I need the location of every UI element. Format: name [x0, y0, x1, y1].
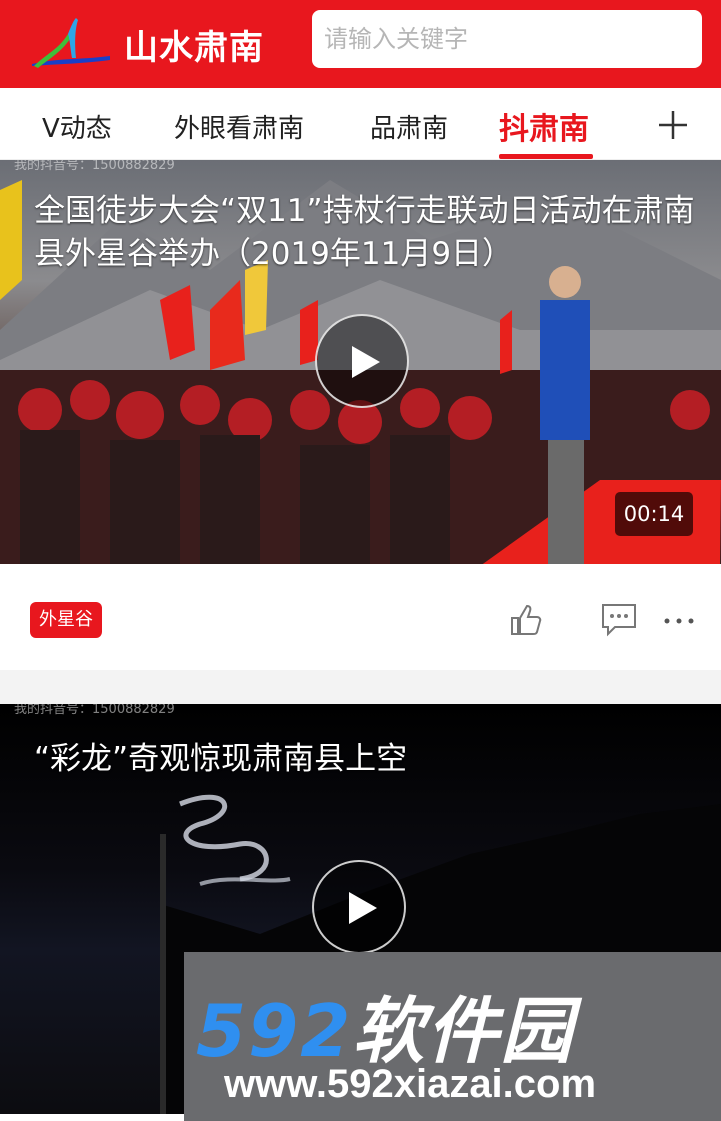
search-box[interactable] — [312, 10, 702, 68]
app-header: 山水肃南 — [0, 0, 721, 88]
video-meta-row: 外星谷 — [0, 564, 721, 670]
play-button[interactable] — [312, 860, 406, 954]
card-separator — [0, 670, 721, 704]
location-tag[interactable]: 外星谷 — [30, 602, 102, 638]
tab-waiyan-kan-sunan[interactable]: 外眼看肃南 — [174, 108, 304, 145]
tab-dou-sunan[interactable]: 抖肃南 — [499, 104, 589, 148]
video-title: “彩龙”奇观惊现肃南县上空 — [34, 741, 408, 777]
video-title: 全国徒步大会“双11”持杖行走联动日活动在肃南县外星谷举办（2019年11月9日… — [34, 193, 695, 272]
search-input[interactable] — [324, 10, 694, 68]
watermark-number: 592 — [196, 989, 353, 1073]
app-logo: 山水肃南 — [28, 14, 298, 70]
site-watermark-banner: 592软件园 www.592xiazai.com — [184, 952, 721, 1121]
logo-mark-icon — [32, 18, 110, 68]
video-duration: 00:14 — [615, 492, 693, 536]
watermark-url: www.592xiazai.com — [224, 1062, 597, 1106]
channel-tabs: V动态 外眼看肃南 品肃南 抖肃南 — [0, 88, 721, 160]
play-icon — [349, 892, 377, 924]
app-name: 山水肃南 — [124, 28, 264, 68]
thumbs-up-icon[interactable] — [508, 602, 544, 638]
comment-icon[interactable] — [600, 602, 638, 638]
tab-v-dongtai[interactable]: V动态 — [42, 108, 112, 145]
active-tab-indicator — [499, 154, 593, 159]
watermark-name: 软件园 — [352, 989, 575, 1073]
tab-pin-sunan[interactable]: 品肃南 — [370, 108, 448, 145]
play-button[interactable] — [315, 314, 409, 408]
video-card-1[interactable]: 我的抖音号：1500882829 全国徒步大会“双11”持杖行走联动日活动在肃南… — [0, 160, 721, 564]
plus-icon[interactable] — [656, 108, 690, 142]
douyin-id-text: 我的抖音号：1500882829 — [14, 160, 175, 173]
more-icon[interactable] — [662, 616, 698, 626]
play-icon — [352, 346, 380, 378]
douyin-id-text: 我的抖音号：1500882829 — [14, 704, 175, 717]
